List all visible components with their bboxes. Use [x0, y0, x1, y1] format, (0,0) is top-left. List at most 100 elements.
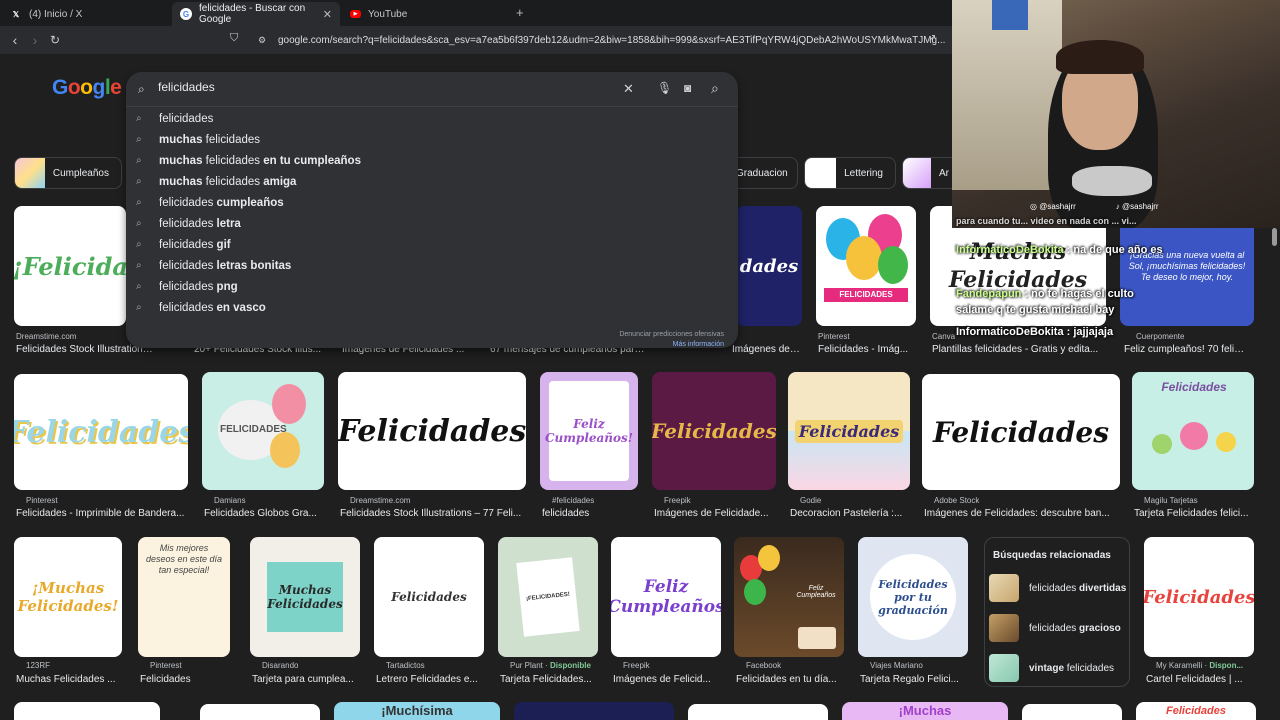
result-image[interactable]: Muchas Felicidades	[250, 537, 360, 657]
google-logo[interactable]: Google	[52, 76, 122, 100]
result-source[interactable]: Canva	[932, 332, 955, 341]
result-title[interactable]: Felicidades - Imprimible de Bandera...	[16, 508, 190, 519]
result-image[interactable]: Felicidades	[788, 372, 910, 490]
result-image[interactable]: Feliz Cumpleaños	[734, 537, 844, 657]
result-source[interactable]: Dreamstime.com	[16, 332, 76, 341]
tab-youtube[interactable]: ▶ YouTube	[342, 2, 512, 26]
result-title[interactable]: Felicidades	[140, 674, 232, 685]
image-result[interactable]: Feliz Cumpleaños Facebook Felicidades en…	[734, 537, 846, 689]
suggestion-item[interactable]: ⌕ felicidades en vasco	[136, 297, 266, 318]
result-image[interactable]: Felicidades	[338, 372, 526, 490]
result-title[interactable]: Imágenes de Felicidade...	[654, 508, 778, 519]
chip-lettering[interactable]: Lettering	[804, 157, 896, 189]
image-result[interactable]: Feliz Cumpleaños Freepik Imágenes de Fel…	[611, 537, 723, 689]
image-result[interactable]: Felicidades Pinterest Felicidades - Impr…	[14, 374, 190, 524]
result-title[interactable]: Felicidades Globos Gra...	[204, 508, 326, 519]
image-result[interactable]: Felicidades por tu graduación Viajes Mar…	[858, 537, 970, 689]
image-result[interactable]	[200, 704, 320, 720]
search-submit-icon[interactable]: ⌕	[711, 80, 719, 97]
result-title[interactable]: Felicidades Stock Illustrations – 77 Fel…	[340, 508, 528, 519]
result-image[interactable]: Feliz Cumpleaños!	[540, 372, 638, 490]
related-search-item[interactable]: vintage felicidades	[989, 652, 1114, 684]
image-result[interactable]: Muchas Felicidades Disarando Tarjeta par…	[250, 537, 362, 689]
new-tab-icon[interactable]: +	[516, 5, 524, 20]
more-info-link[interactable]: Más información	[673, 341, 724, 348]
result-title[interactable]: Letrero Felicidades e...	[376, 674, 486, 685]
image-result[interactable]: Feliz Cumpleaños! #felicidades felicidad…	[540, 372, 640, 524]
forward-icon[interactable]: ›	[25, 32, 45, 48]
result-image[interactable]: Felicidades	[1144, 537, 1254, 657]
result-image[interactable]: Felicidades	[374, 537, 484, 657]
image-result[interactable]: Felicidades Dreamstime.com Felicidades S…	[338, 372, 528, 524]
result-image[interactable]: Felicidades	[14, 374, 188, 490]
result-image[interactable]: Felicidades	[652, 372, 776, 490]
chip-cumpleanos[interactable]: Cumpleaños	[14, 157, 122, 189]
scrollbar-thumb[interactable]	[1272, 228, 1277, 246]
share-icon[interactable]: ↗	[928, 33, 936, 44]
image-result[interactable]: FELICIDADES Damians Felicidades Globos G…	[202, 372, 326, 524]
result-title[interactable]: felicidades	[542, 508, 640, 519]
result-source[interactable]: Tartadictos	[386, 661, 425, 670]
image-result[interactable]: Felicidades My Karamelli · Dispon... Car…	[1144, 537, 1256, 689]
reload-icon[interactable]: ↻	[45, 33, 65, 47]
result-source[interactable]: Freepik	[664, 496, 691, 505]
result-title[interactable]: Feliz cumpleaños! 70 felici...	[1124, 344, 1248, 355]
tab-google-search[interactable]: G felicidades - Buscar con Google ✕	[172, 2, 340, 26]
result-title[interactable]: Felicidades - Imág...	[818, 344, 918, 355]
result-title[interactable]: Tarjeta Regalo Felici...	[860, 674, 970, 685]
result-source[interactable]: Adobe Stock	[934, 496, 979, 505]
related-search-item[interactable]: felicidades gracioso	[989, 612, 1121, 644]
related-search-item[interactable]: felicidades divertidas	[989, 572, 1126, 604]
result-image[interactable]: Feliz Cumpleaños	[611, 537, 721, 657]
image-result[interactable]: Felicidades Godie Decoracion Pastelería …	[788, 372, 912, 524]
result-image[interactable]: ¡Muchas Felicidades!	[14, 537, 122, 657]
image-result[interactable]: ¡Muchas	[842, 702, 1008, 720]
result-image[interactable]: Mis mejores deseos en este día tan espec…	[138, 537, 230, 657]
suggestion-item[interactable]: ⌕ muchas felicidades en tu cumpleaños	[136, 150, 361, 171]
result-title[interactable]: Imágenes de Felicidades: descubre ban...	[924, 508, 1122, 519]
suggestion-item[interactable]: ⌕ felicidades	[136, 108, 213, 129]
result-title[interactable]: Muchas Felicidades ...	[16, 674, 124, 685]
result-source[interactable]: Magilu Tarjetas	[1144, 496, 1198, 505]
image-result[interactable]: ¡Muchas Felicidades! 123RF Muchas Felici…	[14, 537, 124, 689]
address-bar[interactable]: ⚙ google.com/search?q=felicidades&sca_es…	[248, 30, 948, 50]
result-source[interactable]: Pinterest	[26, 496, 58, 505]
result-image[interactable]: FELICIDADES	[202, 372, 324, 490]
microphone-icon[interactable]: 🎙	[657, 81, 672, 95]
image-result[interactable]: dades Imágenes de "Muchas Feli...	[732, 206, 802, 356]
image-result[interactable]: Mis mejores deseos en este día tan espec…	[138, 537, 232, 689]
image-result[interactable]: Felicidades Freepik Imágenes de Felicida…	[652, 372, 778, 524]
result-title[interactable]: Tarjeta para cumplea...	[252, 674, 362, 685]
result-title[interactable]: Tarjeta Felicidades...	[500, 674, 600, 685]
search-input[interactable]: felicidades	[158, 80, 215, 94]
chip-graduacion[interactable]: Graduacion	[730, 157, 798, 189]
result-title[interactable]: Imágenes de "Muchas Feli...	[732, 344, 802, 355]
result-source[interactable]: Cuerpomente	[1136, 332, 1184, 341]
result-source[interactable]: Dreamstime.com	[350, 496, 410, 505]
result-image[interactable]: ¡FELICIDADES!	[498, 537, 598, 657]
result-image[interactable]: Felicidades	[1132, 372, 1254, 490]
image-result[interactable]: ¡Muchísima	[334, 702, 500, 720]
suggestion-item[interactable]: ⌕ felicidades gif	[136, 234, 231, 255]
result-source[interactable]: Facebook	[746, 661, 781, 670]
result-title[interactable]: Cartel Felicidades | ...	[1146, 674, 1256, 685]
result-title[interactable]: Felicidades en tu día...	[736, 674, 846, 685]
image-result[interactable]	[1022, 704, 1122, 720]
suggestion-item[interactable]: ⌕ felicidades letras bonitas	[136, 255, 291, 276]
image-result[interactable]: Felicidades Magilu Tarjetas Tarjeta Feli…	[1132, 372, 1256, 524]
result-image[interactable]: Felicidades por tu graduación	[858, 537, 968, 657]
result-source[interactable]: Pinterest	[818, 332, 850, 341]
clear-icon[interactable]: ✕	[623, 81, 634, 97]
result-source[interactable]: My Karamelli · Dispon...	[1156, 661, 1266, 670]
suggestion-item[interactable]: ⌕ muchas felicidades	[136, 129, 260, 150]
suggestion-item[interactable]: ⌕ felicidades png	[136, 276, 238, 297]
tab-twitter[interactable]: 𝕏 (4) Inicio / X	[2, 2, 174, 26]
report-predictions-link[interactable]: Denunciar predicciones ofensivas	[619, 331, 724, 338]
result-source[interactable]: Damians	[214, 496, 246, 505]
suggestion-item[interactable]: ⌕ felicidades letra	[136, 213, 241, 234]
bookmark-icon[interactable]: ⛉	[230, 32, 238, 45]
result-image[interactable]: ¡Felicida	[14, 206, 126, 326]
image-result[interactable]: ¡Felicida Dreamstime.com Felicidades Sto…	[14, 206, 156, 356]
result-title[interactable]: Plantillas felicidades - Gratis y edita.…	[932, 344, 1108, 355]
image-result[interactable]	[514, 702, 674, 720]
